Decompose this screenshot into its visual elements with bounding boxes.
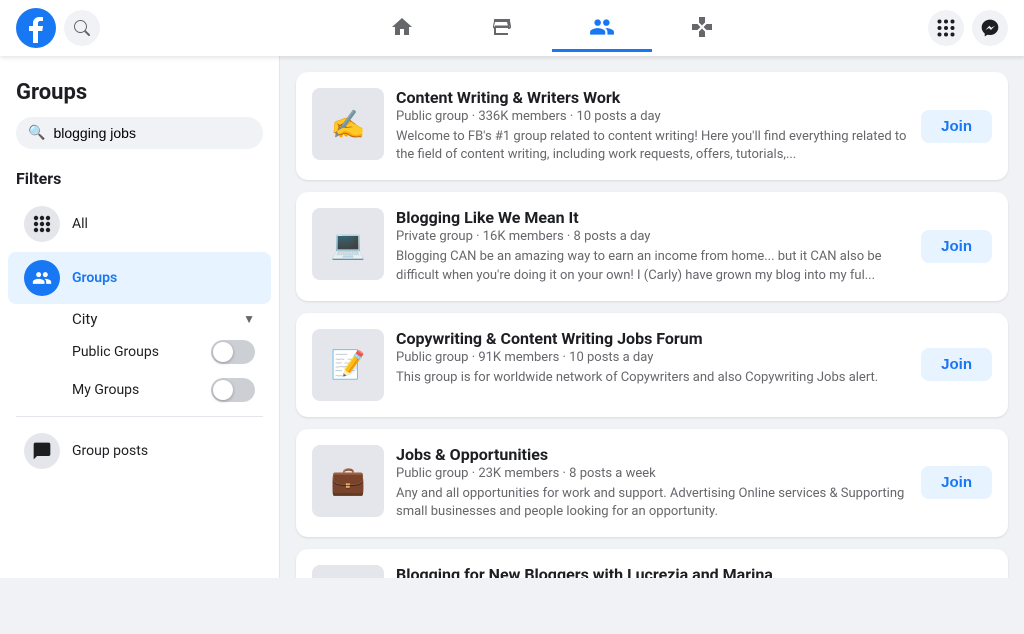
group-name: Copywriting & Content Writing Jobs Forum bbox=[396, 329, 909, 348]
groups-list: ✍️ Content Writing & Writers Work Public… bbox=[296, 72, 1008, 578]
city-label: City bbox=[72, 310, 97, 328]
search-input[interactable] bbox=[53, 125, 251, 141]
messenger-button[interactable] bbox=[972, 10, 1008, 46]
sidebar-title: Groups bbox=[0, 72, 279, 117]
nav-home-button[interactable] bbox=[352, 4, 452, 52]
public-groups-label: Public Groups bbox=[72, 344, 159, 360]
all-icon bbox=[24, 206, 60, 242]
nav-groups-button[interactable] bbox=[552, 4, 652, 52]
group-meta: Public group · 23K members · 8 posts a w… bbox=[396, 466, 909, 481]
main-layout: Groups 🔍 Filters All Groups City ▼ bbox=[0, 56, 1024, 578]
group-image: 📖 bbox=[312, 565, 384, 578]
store-icon bbox=[490, 15, 514, 39]
filters-label: Filters bbox=[0, 165, 279, 196]
join-button[interactable]: Join bbox=[921, 230, 992, 263]
group-name: Jobs & Opportunities bbox=[396, 445, 909, 464]
group-card: 📝 Copywriting & Content Writing Jobs For… bbox=[296, 313, 1008, 417]
sidebar: Groups 🔍 Filters All Groups City ▼ bbox=[0, 56, 280, 578]
group-info: Content Writing & Writers Work Public gr… bbox=[396, 88, 909, 164]
filter-groups[interactable]: Groups bbox=[8, 252, 271, 304]
search-button[interactable] bbox=[64, 10, 100, 46]
nav-right bbox=[808, 10, 1008, 46]
join-button[interactable]: Join bbox=[921, 348, 992, 381]
my-groups-toggle[interactable] bbox=[211, 378, 255, 402]
filter-group-posts[interactable]: Group posts bbox=[8, 425, 271, 477]
toggle-knob bbox=[213, 342, 233, 362]
my-groups-label: My Groups bbox=[72, 382, 139, 398]
public-groups-row: Public Groups bbox=[8, 334, 271, 370]
nav-center bbox=[296, 4, 808, 52]
group-name: Blogging Like We Mean It bbox=[396, 208, 909, 227]
group-description: This group is for worldwide network of C… bbox=[396, 369, 909, 387]
apps-grid-icon bbox=[937, 19, 955, 37]
group-image: 📝 bbox=[312, 329, 384, 401]
my-groups-toggle-knob bbox=[213, 380, 233, 400]
nav-store-button[interactable] bbox=[452, 4, 552, 52]
top-navigation bbox=[0, 0, 1024, 56]
group-card: 💻 Blogging Like We Mean It Private group… bbox=[296, 192, 1008, 300]
filter-all[interactable]: All bbox=[8, 198, 271, 250]
search-box[interactable]: 🔍 bbox=[16, 117, 263, 149]
my-groups-row: My Groups bbox=[8, 372, 271, 408]
join-button[interactable]: Join bbox=[921, 466, 992, 499]
sidebar-divider bbox=[16, 416, 263, 417]
home-icon bbox=[390, 15, 414, 39]
group-meta: Public group · 91K members · 10 posts a … bbox=[396, 350, 909, 365]
group-posts-label: Group posts bbox=[72, 443, 148, 459]
main-content: ✍️ Content Writing & Writers Work Public… bbox=[280, 56, 1024, 578]
group-name: Blogging for New Bloggers with Lucrezia … bbox=[396, 565, 909, 578]
nav-left bbox=[16, 8, 296, 48]
gaming-icon bbox=[690, 15, 714, 39]
sidebar-search-icon: 🔍 bbox=[28, 125, 45, 141]
apps-button[interactable] bbox=[928, 10, 964, 46]
facebook-logo-icon[interactable] bbox=[16, 8, 56, 48]
filter-all-label: All bbox=[72, 216, 88, 232]
search-icon bbox=[74, 20, 90, 36]
nav-gaming-button[interactable] bbox=[652, 4, 752, 52]
group-card: ✍️ Content Writing & Writers Work Public… bbox=[296, 72, 1008, 180]
filter-groups-label: Groups bbox=[72, 270, 117, 286]
group-info: Jobs & Opportunities Public group · 23K … bbox=[396, 445, 909, 521]
group-info: Blogging for New Bloggers with Lucrezia … bbox=[396, 565, 909, 578]
group-description: Blogging CAN be an amazing way to earn a… bbox=[396, 248, 909, 284]
groups-filter-icon bbox=[24, 260, 60, 296]
join-button[interactable]: Join bbox=[921, 110, 992, 143]
group-info: Copywriting & Content Writing Jobs Forum… bbox=[396, 329, 909, 387]
group-description: Welcome to FB's #1 group related to cont… bbox=[396, 128, 909, 164]
public-groups-toggle[interactable] bbox=[211, 340, 255, 364]
group-image: 💻 bbox=[312, 208, 384, 280]
group-name: Content Writing & Writers Work bbox=[396, 88, 909, 107]
group-description: Any and all opportunities for work and s… bbox=[396, 485, 909, 521]
group-card: 💼 Jobs & Opportunities Public group · 23… bbox=[296, 429, 1008, 537]
group-meta: Private group · 16K members · 8 posts a … bbox=[396, 229, 909, 244]
group-posts-icon bbox=[24, 433, 60, 469]
group-meta: Public group · 336K members · 10 posts a… bbox=[396, 109, 909, 124]
filter-city[interactable]: City ▼ bbox=[8, 306, 271, 332]
group-image: ✍️ bbox=[312, 88, 384, 160]
messenger-icon bbox=[980, 18, 1000, 38]
group-info: Blogging Like We Mean It Private group ·… bbox=[396, 208, 909, 284]
group-image: 💼 bbox=[312, 445, 384, 517]
chevron-down-icon: ▼ bbox=[243, 312, 255, 326]
group-card: 📖 Blogging for New Bloggers with Lucrezi… bbox=[296, 549, 1008, 578]
groups-icon bbox=[589, 14, 615, 40]
